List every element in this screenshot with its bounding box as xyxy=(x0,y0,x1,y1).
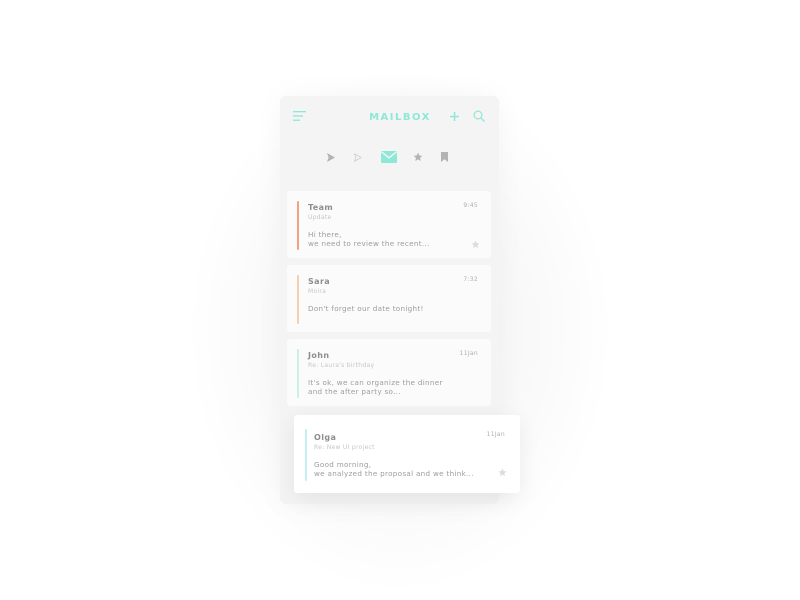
message-color-bar xyxy=(297,349,299,398)
message-item-selected[interactable]: Olga Re: New UI project 11Jan Good morni… xyxy=(294,415,520,493)
plus-icon xyxy=(450,112,459,121)
star-icon xyxy=(413,152,423,161)
message-item[interactable]: Sara Moira 7:32 Don't forget our date to… xyxy=(287,265,491,332)
compose-button[interactable] xyxy=(448,110,461,123)
message-sender: Team xyxy=(308,203,334,212)
star-icon[interactable] xyxy=(498,468,507,477)
message-preview-line: we need to review the recent... xyxy=(308,239,430,248)
message-subject: Re: New UI project xyxy=(314,444,375,451)
message-preview: Hi there, we need to review the recent..… xyxy=(308,230,430,248)
message-sender: Sara xyxy=(308,277,331,286)
message-preview-line: Good morning, xyxy=(314,460,372,469)
message-subject: Re: Laura's birthday xyxy=(308,362,375,369)
message-preview-line: It's ok, we can organize the dinner xyxy=(308,378,443,387)
tab-starred[interactable] xyxy=(411,150,425,164)
message-color-bar xyxy=(305,429,307,481)
message-color-bar xyxy=(297,275,299,324)
bookmark-icon xyxy=(440,152,448,162)
search-icon xyxy=(473,110,485,122)
message-item[interactable]: John Re: Laura's birthday 11Jan It's ok,… xyxy=(287,339,491,406)
message-time: 9:45 xyxy=(463,202,478,209)
tab-inbox[interactable] xyxy=(379,148,398,165)
message-preview: Don't forget our date tonight! xyxy=(308,304,424,313)
tab-saved[interactable] xyxy=(437,150,451,164)
envelope-icon xyxy=(380,150,397,163)
message-sender: John xyxy=(308,351,330,360)
message-preview-line: we analyzed the proposal and we think... xyxy=(314,469,474,478)
app-title: MAILBOX xyxy=(369,112,431,123)
search-button[interactable] xyxy=(472,109,486,123)
tab-outbox[interactable] xyxy=(351,150,365,164)
tab-sent[interactable] xyxy=(324,150,338,164)
message-preview-line: Don't forget our date tonight! xyxy=(308,304,424,313)
send-outline-icon xyxy=(354,152,362,162)
message-preview: Good morning, we analyzed the proposal a… xyxy=(314,460,474,478)
star-icon[interactable] xyxy=(471,240,480,249)
message-preview-line: and the after party so... xyxy=(308,387,401,396)
message-time: 11Jan xyxy=(486,431,505,438)
message-time: 7:32 xyxy=(463,276,478,283)
message-preview: It's ok, we can organize the dinner and … xyxy=(308,378,443,396)
message-preview-line: Hi there, xyxy=(308,230,342,239)
message-subject: Update xyxy=(308,214,332,221)
message-subject: Moira xyxy=(308,288,327,295)
message-color-bar xyxy=(297,201,299,250)
send-filled-icon xyxy=(327,152,335,162)
message-sender: Olga xyxy=(314,433,337,442)
message-item[interactable]: Team Update 9:45 Hi there, we need to re… xyxy=(287,191,491,258)
message-time: 11Jan xyxy=(459,350,478,357)
